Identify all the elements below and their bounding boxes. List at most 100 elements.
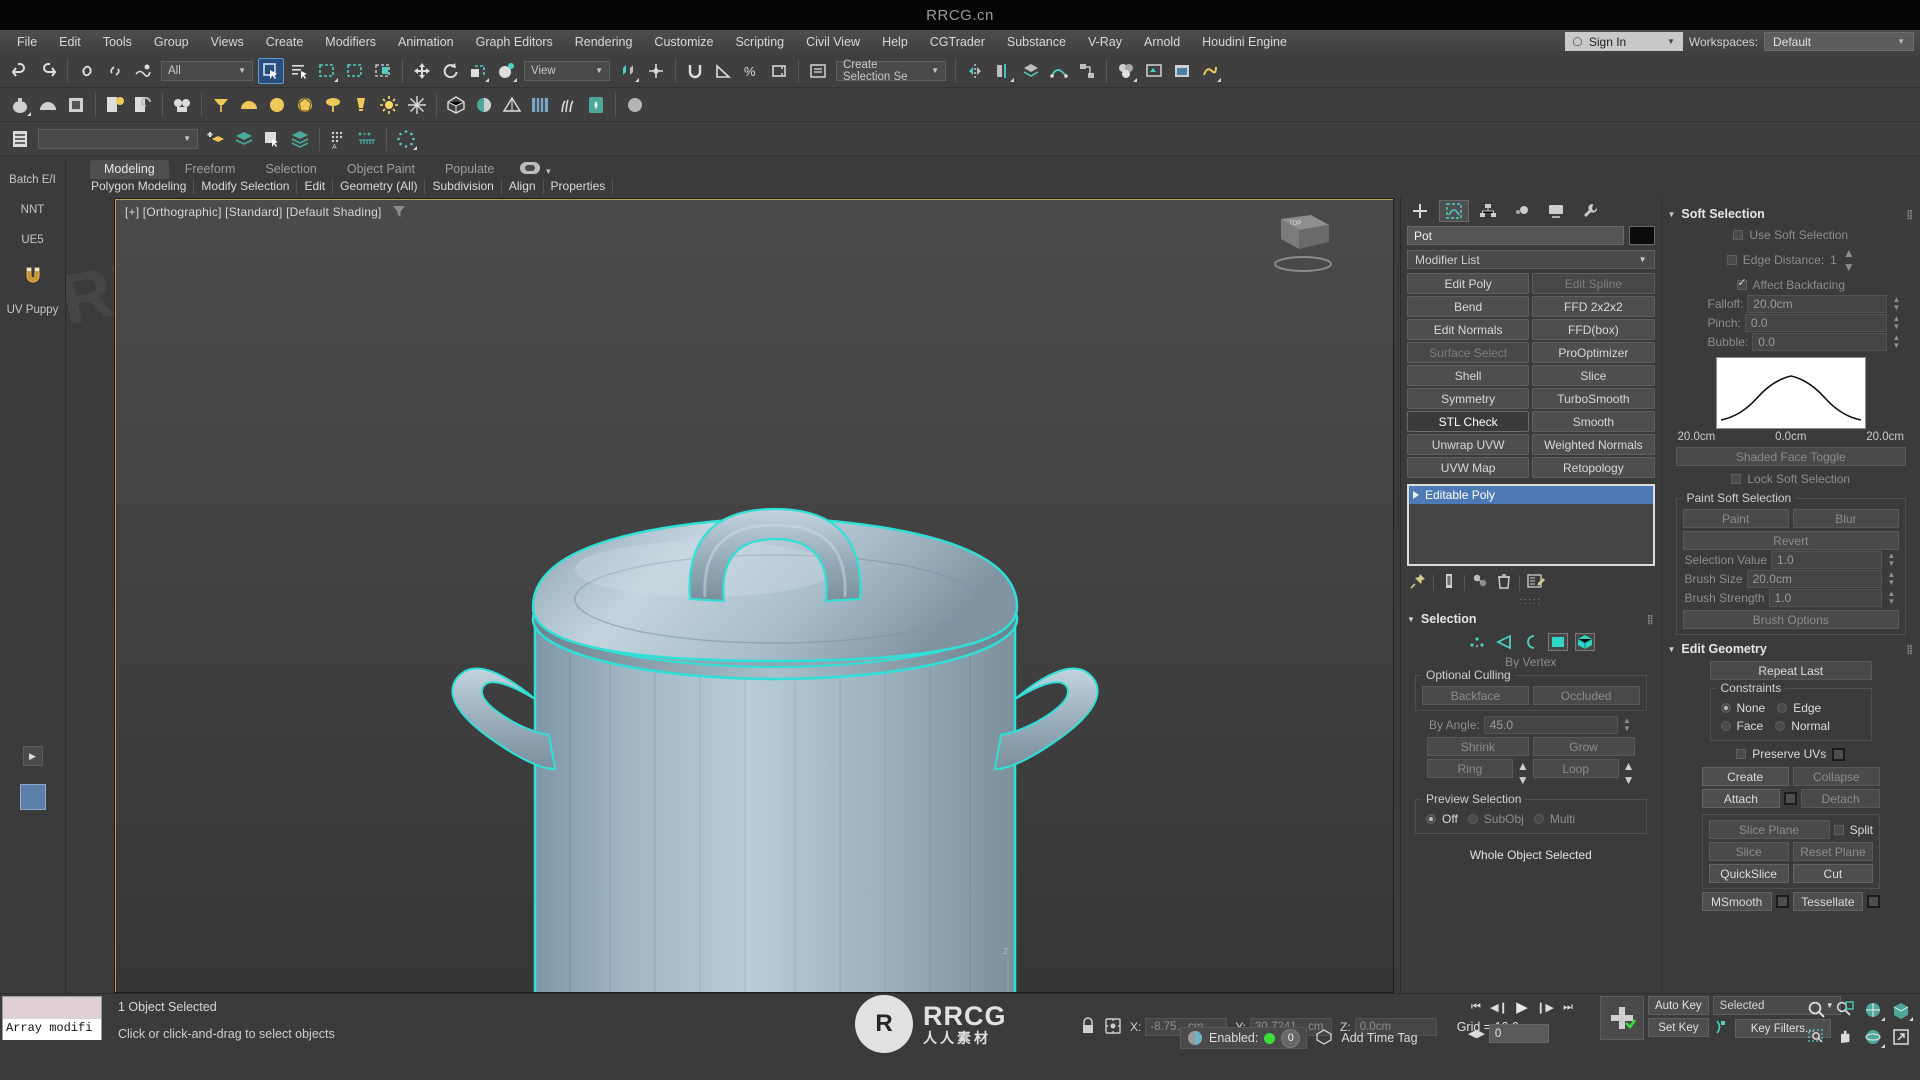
ribbon-subtab-geometry-all[interactable]: Geometry (All) [333,179,426,194]
sphere-primitive-icon[interactable] [35,92,61,118]
add-selection-to-layer-icon[interactable] [231,126,257,152]
pot-model[interactable]: z y [115,199,1394,993]
sidebar-item-nnt[interactable]: NNT [21,204,45,216]
attach-settings-icon[interactable] [1784,792,1798,805]
detach-button[interactable]: Detach [1801,789,1880,808]
select-and-manipulate-icon[interactable] [643,58,669,84]
affect-backfacing-option[interactable]: Affect Backfacing [1678,276,1905,294]
split-option[interactable]: Split [1833,821,1873,839]
render-production-icon[interactable] [1197,58,1223,84]
vray-proxy-icon[interactable] [443,92,469,118]
modifier-button-turbosmooth[interactable]: TurboSmooth [1532,388,1655,409]
show-end-result-icon[interactable] [1440,572,1458,593]
modifier-button-bend[interactable]: Bend [1407,296,1530,317]
snaps-toggle-icon[interactable] [682,58,708,84]
undo-icon[interactable] [7,58,33,84]
vray-clipper-icon[interactable] [527,92,553,118]
menu-item-scripting[interactable]: Scripting [724,32,795,52]
menu-item-file[interactable]: File [6,32,48,52]
camera-icon[interactable] [169,92,195,118]
absolute-relative-mode-icon[interactable] [1104,1017,1122,1038]
viewport-label[interactable]: [+] [Orthographic] [Standard] [Default S… [125,205,406,219]
rollout-drag-handle[interactable]: ::::: [1401,596,1661,606]
preserve-uvs-option[interactable]: Preserve UVs [1662,743,1920,765]
slice-button[interactable]: Slice [1708,842,1789,861]
menu-item-houdini-engine[interactable]: Houdini Engine [1191,32,1298,52]
zoom-extents-icon[interactable] [1860,997,1886,1022]
modifier-list-combo[interactable]: Modifier List ▼ [1407,250,1655,269]
sign-in-button[interactable]: Sign In ▼ [1564,32,1683,51]
remove-modifier-icon[interactable] [1495,572,1513,593]
lock-selection-icon[interactable] [1080,1016,1096,1038]
modifier-button-symmetry[interactable]: Symmetry [1407,388,1530,409]
go-to-end-icon[interactable]: ⏭ [1558,996,1578,1018]
ribbon-tab-object-paint[interactable]: Object Paint [333,160,429,179]
spinner-arrows-icon[interactable]: ▲ ▼ [1886,570,1897,587]
listener-input-pane[interactable]: Array modifi [3,1019,101,1040]
edit-geometry-rollout-header[interactable]: ▼ Edit Geometry ⣿ [1662,639,1920,659]
quickslice-button[interactable]: QuickSlice [1708,864,1789,883]
modifier-button-uvw-map[interactable]: UVW Map [1407,457,1530,478]
rendered-frame-window-icon[interactable] [1169,58,1195,84]
vray-plane-icon[interactable] [499,92,525,118]
ring-spinner-arrows-icon[interactable]: ▲ ▼ [1517,759,1529,787]
object-name-field[interactable]: Pot [1407,226,1624,245]
border-subobject-icon[interactable] [1521,633,1541,651]
current-frame-field[interactable]: ◀▶ 0 [1468,1024,1549,1043]
select-and-scale-icon[interactable] [465,58,491,84]
menu-item-views[interactable]: Views [200,32,255,52]
ribbon-subtab-properties[interactable]: Properties [544,179,614,194]
blur-button[interactable]: Blur [1792,509,1899,528]
render-setup-icon[interactable] [1141,58,1167,84]
menu-item-edit[interactable]: Edit [48,32,92,52]
msmooth-button[interactable]: MSmooth [1701,892,1772,911]
go-to-start-icon[interactable]: ⏮ [1466,996,1486,1018]
filter-icon[interactable] [393,206,406,217]
spinner-arrows-icon[interactable]: ▲ ▼ [1843,246,1855,274]
window-crossing-toggle-icon[interactable] [370,58,396,84]
align-icon[interactable] [990,58,1016,84]
sidebar-color-swatch[interactable] [19,784,46,810]
ribbon-subtab-modify-selection[interactable]: Modify Selection [194,179,298,194]
zoom-icon[interactable] [1804,997,1830,1022]
radial-array-icon[interactable] [393,126,419,152]
vray-fur-icon[interactable] [555,92,581,118]
make-unique-icon[interactable] [1471,572,1489,593]
key-mode-toggle-icon[interactable]: ◀▶ [1468,1027,1485,1040]
modifier-button-unwrap-uvw[interactable]: Unwrap UVW [1407,434,1530,455]
select-layer-objects-icon[interactable] [259,126,285,152]
modifier-button-weighted-normals[interactable]: Weighted Normals [1532,434,1655,455]
selection-rollout-header[interactable]: ▼ Selection ⣿ [1401,609,1661,629]
ribbon-subtab-edit[interactable]: Edit [297,179,334,194]
menu-item-vray[interactable]: V-Ray [1077,32,1133,52]
spinner-arrows-icon[interactable]: ▲ ▼ [1891,295,1902,312]
modifier-button-edit-spline[interactable]: Edit Spline [1532,273,1655,294]
modifier-button-ffd-box[interactable]: FFD(box) [1532,319,1655,340]
set-current-layer-icon[interactable] [287,126,313,152]
menu-item-group[interactable]: Group [143,32,200,52]
ribbon-toggle-icon[interactable] [520,162,541,174]
expand-triangle-icon[interactable] [1413,491,1419,499]
maximize-viewport-icon[interactable] [1888,1024,1914,1049]
schematic-view-icon[interactable] [1074,58,1100,84]
modifier-button-retopology[interactable]: Retopology [1532,457,1655,478]
adaptive-degradation-group[interactable]: Enabled: 0 [1180,1027,1308,1049]
view-cube[interactable]: TOP [1259,209,1337,279]
pinch-spinner[interactable]: Pinch: 0.0 ▲ ▼ [1678,313,1905,332]
preserve-uvs-settings-icon[interactable] [1832,747,1846,761]
occluded-button[interactable]: Occluded [1532,686,1640,705]
zoom-all-icon[interactable] [1832,997,1858,1022]
circular-selection-region-icon[interactable] [342,58,368,84]
modifier-button-slice[interactable]: Slice [1532,365,1655,386]
menu-item-rendering[interactable]: Rendering [564,32,644,52]
next-frame-icon[interactable]: ❙▶ [1535,996,1555,1018]
reference-coordinate-combo[interactable]: View ▼ [524,60,610,81]
sidebar-item-ue5[interactable]: UE5 [21,234,43,246]
set-key-filters-icon[interactable] [1713,1018,1731,1039]
free-light-icon[interactable] [348,92,374,118]
modify-tab[interactable] [1439,200,1469,222]
asset-tracking-icon[interactable] [102,92,128,118]
unlink-selection-icon[interactable] [102,58,128,84]
constraint-face-option[interactable]: Face [1720,717,1763,735]
menu-item-customize[interactable]: Customize [643,32,724,52]
